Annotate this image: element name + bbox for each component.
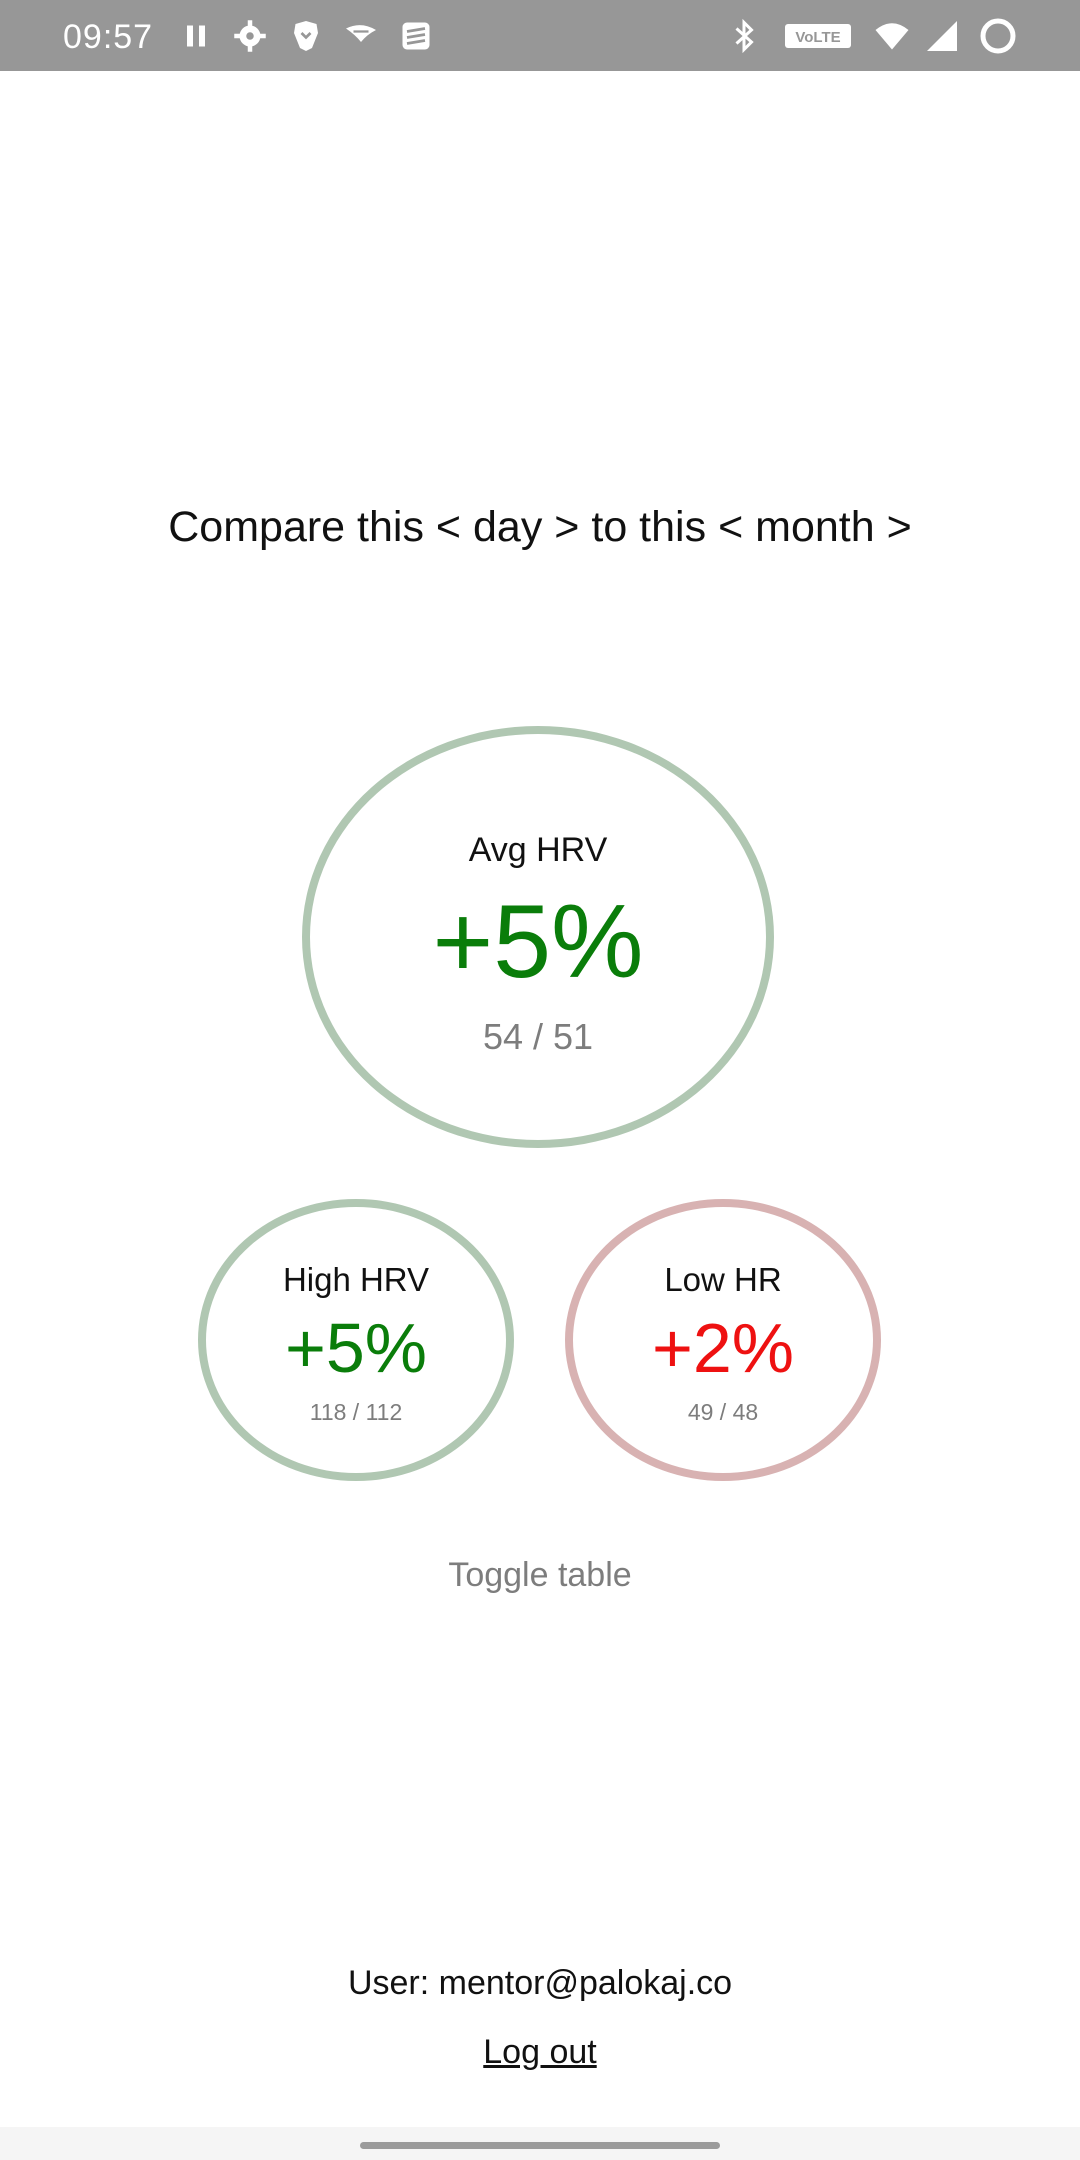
system-nav-bar — [0, 2127, 1080, 2160]
compare-period-selector: Compare this < day > to this < month > — [0, 503, 1080, 552]
period-a-next-button[interactable]: > — [554, 503, 579, 551]
status-bar: 09:57 VoLTE — [0, 0, 1080, 71]
period-b-next-button[interactable]: > — [887, 503, 912, 551]
compare-middle: to this — [591, 503, 707, 551]
cellular-signal-icon — [924, 18, 960, 54]
user-prefix: User: — [347, 1964, 430, 2002]
high-hrv-value: +5% — [284, 1308, 428, 1387]
settings-gear-icon — [232, 18, 268, 54]
avg-hrv-value: +5% — [432, 883, 644, 1000]
home-gesture-handle[interactable] — [360, 2142, 720, 2149]
high-hrv-card: High HRV +5% 118 / 112 — [198, 1199, 514, 1481]
period-a-label: day — [473, 503, 543, 551]
avg-hrv-card: Avg HRV +5% 54 / 51 — [302, 726, 774, 1148]
avg-hrv-label: Avg HRV — [468, 830, 608, 869]
user-info: User: mentor@palokaj.co — [0, 1964, 1080, 2003]
high-hrv-label: High HRV — [282, 1260, 430, 1298]
low-hr-value: +2% — [651, 1308, 795, 1387]
high-hrv-detail: 118 / 112 — [309, 1398, 403, 1425]
svg-text:VoLTE: VoLTE — [795, 29, 840, 46]
low-hr-card: Low HR +2% 49 / 48 — [565, 1199, 881, 1481]
status-time: 09:57 — [63, 18, 154, 56]
low-hr-detail: 49 / 48 — [687, 1398, 759, 1425]
wifi-icon — [868, 18, 916, 54]
main-content: Compare this < day > to this < month > A… — [0, 71, 1080, 2160]
user-email: mentor@palokaj.co — [438, 1964, 733, 2002]
low-hr-label: Low HR — [664, 1260, 782, 1298]
toggle-table-button[interactable]: Toggle table — [0, 1556, 1080, 1595]
compare-prefix: Compare this — [168, 503, 424, 551]
brave-lion-icon — [288, 18, 324, 54]
avg-hrv-detail: 54 / 51 — [482, 1015, 594, 1057]
pause-icon — [178, 18, 214, 54]
period-a-prev-button[interactable]: < — [436, 503, 461, 551]
loading-ring-icon — [978, 16, 1018, 56]
todoist-icon — [398, 18, 434, 54]
logout-link[interactable]: Log out — [0, 2033, 1080, 2072]
bluetooth-icon — [726, 18, 762, 54]
volte-icon: VoLTE — [784, 18, 852, 54]
period-b-label: month — [755, 503, 875, 551]
period-b-prev-button[interactable]: < — [718, 503, 743, 551]
bird-app-icon — [343, 18, 379, 54]
